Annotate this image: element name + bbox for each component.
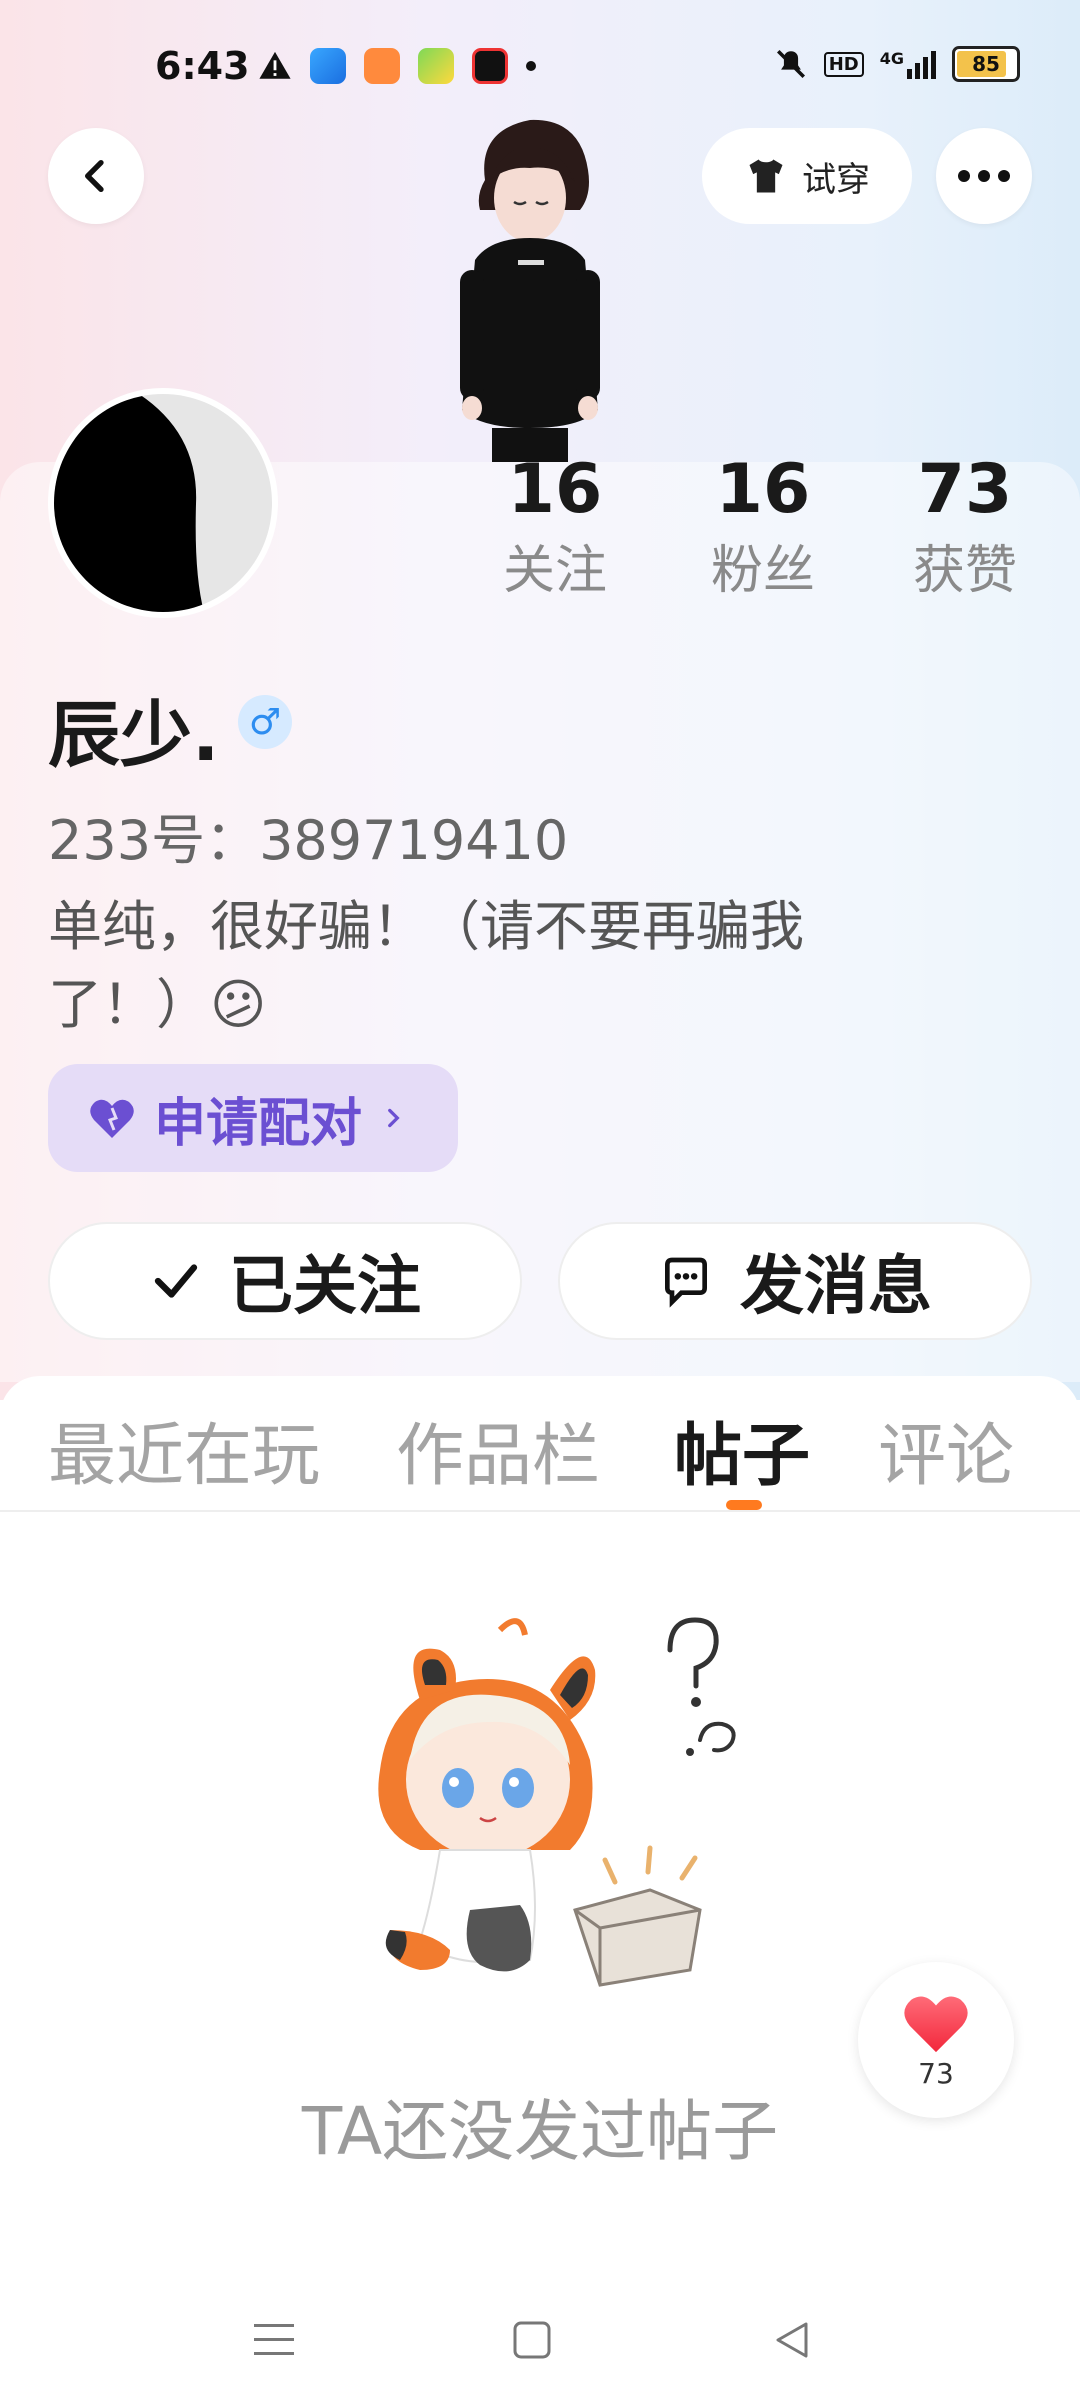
request-pair-button[interactable]: 申请配对 [48, 1064, 458, 1172]
tshirt-icon [749, 159, 783, 193]
empty-state-mascot-illustration [378, 1617, 736, 1987]
stat-followers[interactable]: 16 粉丝 [688, 450, 838, 606]
following-button-label: 已关注 [229, 1250, 421, 1324]
stat-likes[interactable]: 73 获赞 [890, 450, 1040, 606]
avatar[interactable] [48, 388, 278, 618]
tab-recently-played[interactable]: 最近在玩 [48, 1400, 320, 1499]
hd-icon: HD [823, 51, 864, 77]
send-message-button[interactable]: 发消息 [558, 1222, 1032, 1340]
avatar-image [54, 394, 272, 612]
heart-icon [904, 1995, 968, 2052]
male-gender-icon: ♂ [238, 695, 292, 749]
followers-label: 粉丝 [710, 541, 815, 601]
tab-divider [0, 1510, 1080, 1512]
send-message-label: 发消息 [740, 1250, 932, 1324]
request-pair-label: 申请配对 [154, 1093, 363, 1154]
battery-icon: 85 [952, 46, 1020, 82]
profile-bio: 单纯，很好骗！（请不要再骗我了！）😕 [48, 895, 804, 1036]
like-floating-button[interactable]: 73 [858, 1962, 1014, 2118]
nav-back-button[interactable] [762, 2310, 822, 2370]
following-button[interactable]: 已关注 [48, 1222, 522, 1340]
system-nav-bar [0, 2280, 1080, 2400]
stat-following[interactable]: 16 关注 [480, 450, 630, 606]
menu-lines-icon [254, 2324, 294, 2355]
nav-home-button[interactable] [502, 2310, 562, 2370]
video-app-icon [472, 48, 508, 84]
tab-works[interactable]: 作品栏 [396, 1400, 600, 1499]
heart-pair-icon [90, 1099, 134, 1138]
try-on-button[interactable]: 试穿 [702, 128, 912, 224]
chevron-right-icon [388, 1108, 400, 1128]
back-button[interactable] [48, 128, 144, 224]
avatar-character-figure[interactable] [430, 110, 630, 462]
system-status: HD 4G 85 [774, 46, 1020, 82]
profile-username: 辰少. [48, 693, 220, 777]
reader-app-icon [364, 48, 400, 84]
chat-bubble-icon [665, 1257, 707, 1308]
tab-posts[interactable]: 帖子 [674, 1400, 810, 1499]
tab-comments[interactable]: 评论 [878, 1400, 1014, 1499]
check-icon [154, 1264, 198, 1298]
home-square-icon [513, 2321, 551, 2359]
followers-count: 16 [715, 450, 811, 529]
back-triangle-icon [776, 2322, 808, 2358]
nav-menu-button[interactable] [244, 2310, 304, 2370]
more-dots-icon [958, 170, 1010, 182]
more-notifications-dot-icon [526, 61, 536, 71]
battery-percent: 85 [972, 52, 1000, 76]
status-time: 6:43 [155, 44, 250, 88]
app-notification-icon [310, 48, 346, 84]
network-type: 4G [879, 49, 904, 68]
active-tab-indicator [726, 1500, 762, 1510]
more-options-button[interactable] [936, 128, 1032, 224]
chevron-left-icon [85, 160, 104, 192]
like-count: 73 [918, 2056, 954, 2090]
following-count: 16 [507, 450, 603, 529]
likes-count: 73 [917, 450, 1013, 529]
warning-icon [259, 51, 291, 79]
mute-icon [776, 49, 805, 79]
following-label: 关注 [502, 541, 607, 601]
notification-icons [258, 48, 536, 84]
signal-icon: 4G [880, 49, 936, 79]
profile-id[interactable]: 233号：389719410 [48, 796, 568, 875]
try-on-label: 试穿 [802, 159, 870, 200]
likes-label: 获赞 [912, 541, 1017, 601]
game-app-icon [418, 48, 454, 84]
